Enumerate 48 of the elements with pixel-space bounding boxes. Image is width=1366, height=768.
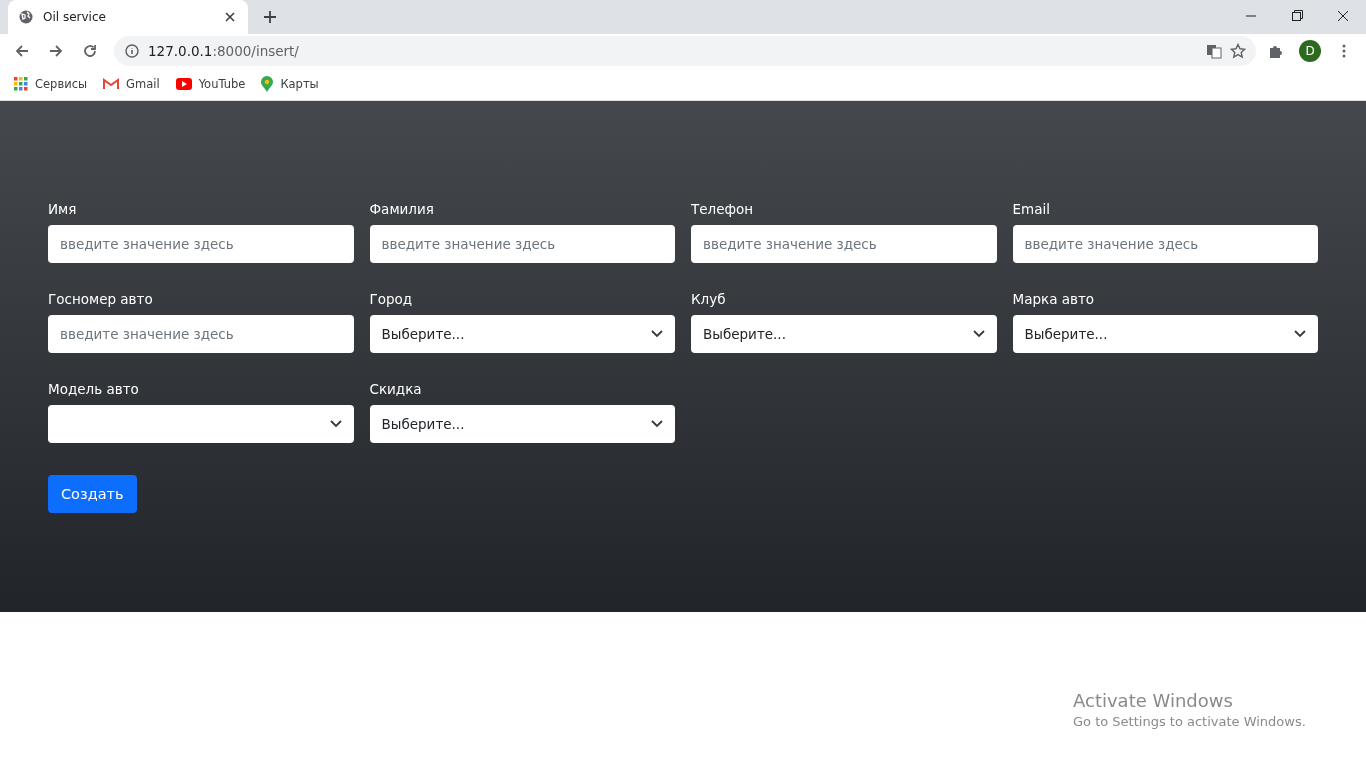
bookmark-link[interactable]: Сервисы bbox=[35, 77, 88, 91]
plus-icon[interactable] bbox=[262, 9, 278, 25]
tab-title: Oil service bbox=[43, 10, 107, 24]
field-label: Фамилия bbox=[369, 201, 434, 217]
chevron-down-icon bbox=[329, 420, 342, 428]
select-field[interactable]: Выберите... bbox=[369, 405, 675, 443]
input-field[interactable]: введите значение здесь bbox=[48, 315, 354, 353]
reload-icon[interactable] bbox=[82, 43, 98, 59]
bookmark-link[interactable]: YouTube bbox=[198, 77, 246, 91]
apps-grid-icon bbox=[14, 77, 28, 91]
bookmark-link[interactable]: Карты bbox=[280, 77, 319, 91]
select-field[interactable]: Выберите... bbox=[1012, 315, 1318, 353]
forward-arrow-icon[interactable] bbox=[48, 43, 64, 59]
field-label: Имя bbox=[48, 201, 77, 217]
input-field[interactable]: введите значение здесь bbox=[691, 225, 997, 263]
back-arrow-icon[interactable] bbox=[14, 43, 30, 59]
play-icon bbox=[175, 78, 192, 90]
activation-text: Go to Settings to activate Windows. bbox=[1073, 714, 1306, 729]
chevron-down-icon bbox=[651, 330, 663, 338]
chevron-down-icon bbox=[651, 420, 663, 428]
star-icon[interactable] bbox=[1230, 43, 1246, 59]
info-icon[interactable] bbox=[124, 43, 140, 59]
field-label: Телефон bbox=[691, 201, 754, 217]
activation-title: Activate Windows bbox=[1073, 690, 1234, 711]
map-pin-icon bbox=[261, 76, 274, 92]
create-button[interactable]: Создать bbox=[48, 475, 137, 513]
chevron-down-icon bbox=[972, 330, 985, 338]
profile-avatar[interactable]: D bbox=[1299, 40, 1321, 62]
field-label: Марка авто bbox=[1012, 291, 1095, 307]
field-label: Модель авто bbox=[48, 381, 139, 397]
field-label: Клуб bbox=[691, 291, 726, 307]
puzzle-icon[interactable] bbox=[1268, 43, 1284, 59]
input-field[interactable]: введите значение здесь bbox=[48, 225, 354, 263]
field-label: Госномер авто bbox=[48, 291, 153, 307]
select-field[interactable]: Выберите... bbox=[369, 315, 675, 353]
field-label: Скидка bbox=[369, 381, 422, 397]
mail-icon bbox=[103, 78, 120, 90]
url-text: 127.0.0.1:8000/insert/ bbox=[148, 43, 299, 59]
input-field[interactable]: введите значение здесь bbox=[1012, 225, 1318, 263]
select-field[interactable]: Выберите... bbox=[691, 315, 997, 353]
select-field[interactable] bbox=[48, 405, 354, 443]
field-label: Город bbox=[369, 291, 413, 307]
field-label: Email bbox=[1012, 201, 1050, 217]
address-bar[interactable]: 127.0.0.1:8000/insert/ bbox=[114, 36, 1256, 66]
input-field[interactable]: введите значение здесь bbox=[369, 225, 675, 263]
chevron-down-icon bbox=[1294, 330, 1306, 338]
bookmark-link[interactable]: Gmail bbox=[126, 77, 160, 91]
browser-tab[interactable]: Oil service bbox=[8, 0, 248, 34]
